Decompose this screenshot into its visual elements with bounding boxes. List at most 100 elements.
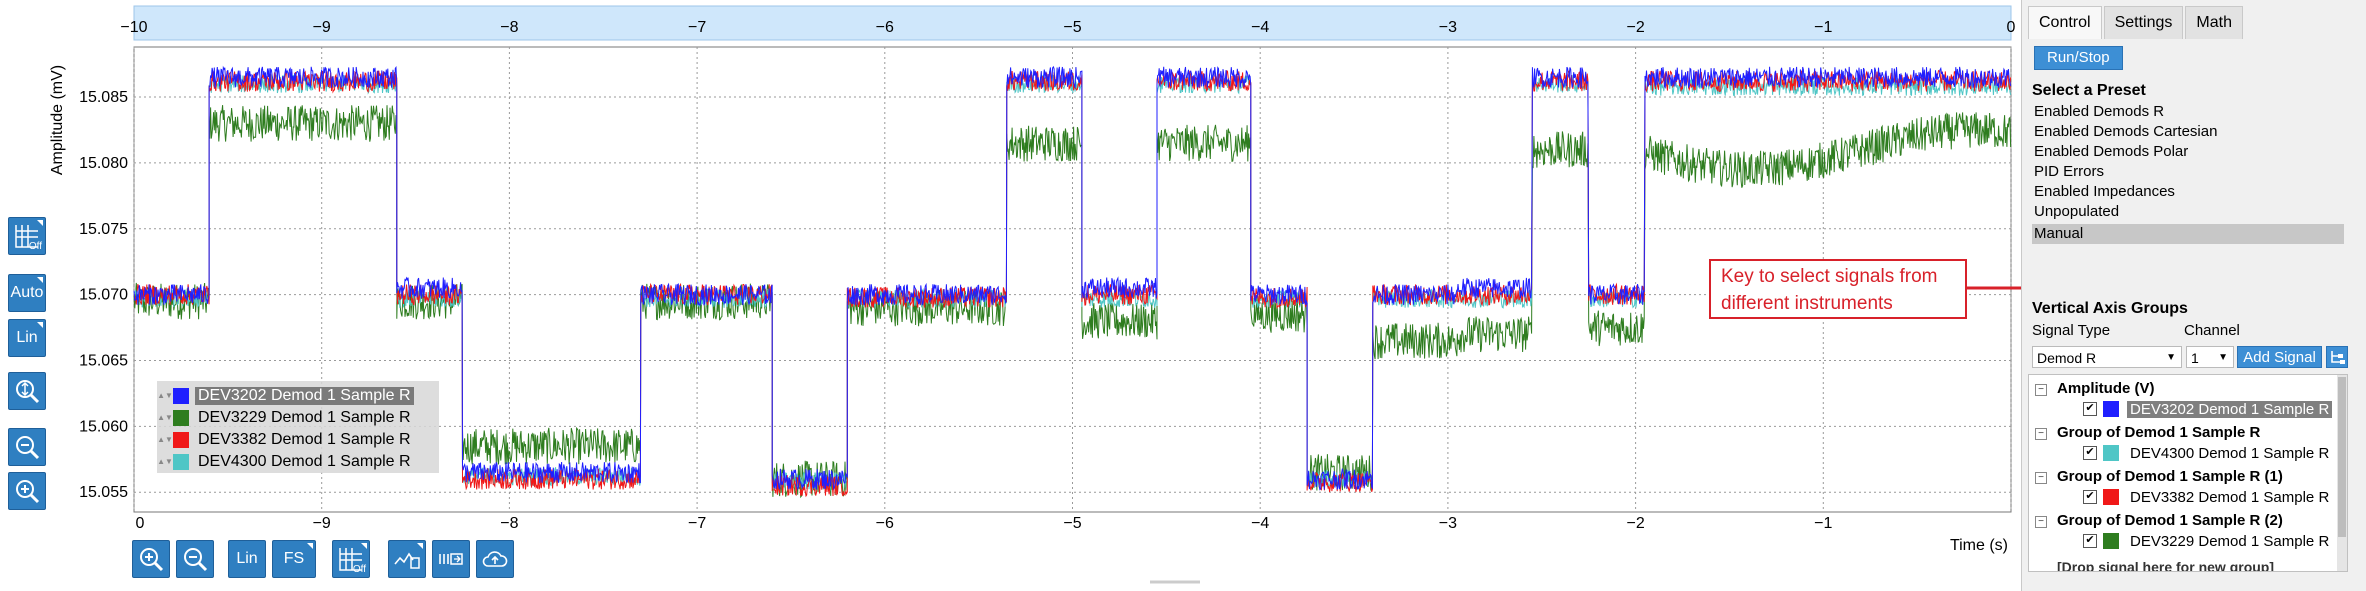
auto-scale-button[interactable]: Auto bbox=[8, 274, 46, 312]
history-tool-button[interactable] bbox=[432, 540, 470, 578]
preset-enabled-demods-polar[interactable]: Enabled Demods Polar bbox=[2032, 142, 2344, 162]
tree-scrollbar[interactable] bbox=[2337, 375, 2347, 571]
tree-signal-dev3202[interactable]: ✔ DEV3202 Demod 1 Sample R bbox=[2083, 399, 2333, 419]
group-demod1-sample-r-2[interactable]: Group of Demod 1 Sample R (2) bbox=[2057, 512, 2283, 529]
tab-control[interactable]: Control bbox=[2028, 6, 2102, 39]
legend-item-dev3202[interactable]: ▲▼ DEV3202 Demod 1 Sample R bbox=[157, 385, 414, 406]
signal-checkbox[interactable]: ✔ bbox=[2083, 402, 2097, 416]
x-grid-toggle-button[interactable]: Off bbox=[332, 540, 370, 578]
bottom-tick-label: −3 bbox=[1439, 515, 1457, 532]
tree-signal-dev4300[interactable]: ✔ DEV4300 Demod 1 Sample R bbox=[2083, 443, 2332, 463]
zoom-in-x-button[interactable] bbox=[132, 540, 170, 578]
y-tick-label: 15.080 bbox=[79, 155, 128, 172]
group-amplitude[interactable]: Amplitude (V) bbox=[2057, 380, 2155, 397]
signal-swatch bbox=[2103, 489, 2119, 505]
top-tick-label: −5 bbox=[1063, 19, 1081, 36]
preset-enabled-impedances[interactable]: Enabled Impedances bbox=[2032, 182, 2344, 202]
tree-signal-dev3229[interactable]: ✔ DEV3229 Demod 1 Sample R bbox=[2083, 531, 2332, 551]
group-demod1-sample-r[interactable]: Group of Demod 1 Sample R bbox=[2057, 424, 2260, 441]
tree-scrollbar-thumb[interactable] bbox=[2338, 377, 2346, 537]
legend-item-dev3382[interactable]: ▲▼ DEV3382 Demod 1 Sample R bbox=[157, 429, 414, 450]
bottom-tick-label: −1 bbox=[1814, 515, 1832, 532]
zoom-in-button[interactable] bbox=[8, 472, 46, 510]
tree-signal-dev3382[interactable]: ✔ DEV3382 Demod 1 Sample R bbox=[2083, 487, 2332, 507]
grid-state-label: Off bbox=[352, 564, 366, 575]
reorder-arrows-icon[interactable]: ▲▼ bbox=[157, 435, 173, 444]
add-signal-button[interactable]: Add Signal bbox=[2237, 346, 2322, 368]
full-scale-button[interactable]: FS bbox=[272, 540, 316, 578]
legend-label: DEV4300 Demod 1 Sample R bbox=[198, 452, 411, 470]
legend-item-dev4300[interactable]: ▲▼ DEV4300 Demod 1 Sample R bbox=[157, 451, 414, 472]
grid-toggle-button[interactable]: Off bbox=[8, 217, 46, 255]
top-tick-label: −10 bbox=[120, 19, 147, 36]
y-tick-label: 15.055 bbox=[79, 484, 128, 501]
drop-new-group-hint[interactable]: [Drop signal here for new group] bbox=[2057, 559, 2274, 571]
y-tick-label: 15.065 bbox=[79, 353, 128, 370]
legend-swatch bbox=[173, 387, 189, 404]
zoom-out-x-button[interactable] bbox=[176, 540, 214, 578]
collapse-icon[interactable]: − bbox=[2035, 428, 2047, 440]
dropdown-corner-icon bbox=[37, 220, 43, 226]
collapse-icon[interactable]: − bbox=[2035, 516, 2047, 528]
zoom-in-icon bbox=[140, 548, 164, 572]
signal-type-value: Demod R bbox=[2037, 350, 2097, 366]
y-tick-label: 15.085 bbox=[79, 89, 128, 106]
signal-type-label: Signal Type bbox=[2032, 322, 2111, 339]
group-demod1-sample-r-1[interactable]: Group of Demod 1 Sample R (1) bbox=[2057, 468, 2283, 485]
cursor-tool-button[interactable] bbox=[388, 540, 426, 578]
panel-tabs: Control Settings Math bbox=[2028, 6, 2245, 39]
reorder-arrows-icon[interactable]: ▲▼ bbox=[157, 413, 173, 422]
preset-enabled-demods-r[interactable]: Enabled Demods R bbox=[2032, 102, 2344, 122]
signal-swatch bbox=[2103, 445, 2119, 461]
dropdown-corner-icon bbox=[37, 277, 43, 283]
preset-title: Select a Preset bbox=[2032, 82, 2146, 99]
channel-label: Channel bbox=[2184, 322, 2240, 339]
run-stop-button[interactable]: Run/Stop bbox=[2034, 46, 2123, 70]
legend-swatch bbox=[173, 453, 189, 470]
zoom-fit-button[interactable] bbox=[8, 372, 46, 410]
plot-legend[interactable]: ▲▼ DEV3202 Demod 1 Sample R ▲▼ DEV3229 D… bbox=[157, 381, 439, 473]
y-axis-label: Amplitude (mV) bbox=[49, 65, 66, 175]
preset-pid-errors[interactable]: PID Errors bbox=[2032, 162, 2344, 182]
zoom-out-button[interactable] bbox=[8, 428, 46, 466]
signal-checkbox[interactable]: ✔ bbox=[2083, 446, 2097, 460]
legend-item-dev3229[interactable]: ▲▼ DEV3229 Demod 1 Sample R bbox=[157, 407, 414, 428]
save-cloud-button[interactable] bbox=[476, 540, 514, 578]
auto-label: Auto bbox=[10, 284, 44, 301]
lin-scale-button[interactable]: Lin bbox=[8, 319, 46, 357]
collapse-icon[interactable]: − bbox=[2035, 384, 2047, 396]
bottom-tick-label: −4 bbox=[1251, 515, 1269, 532]
preset-enabled-demods-cartesian[interactable]: Enabled Demods Cartesian bbox=[2032, 122, 2344, 142]
dropdown-corner-icon bbox=[37, 322, 43, 328]
signal-checkbox[interactable]: ✔ bbox=[2083, 490, 2097, 504]
preset-unpopulated[interactable]: Unpopulated bbox=[2032, 202, 2344, 222]
dropdown-corner-icon bbox=[417, 543, 423, 549]
instrument-key-button[interactable] bbox=[2326, 346, 2348, 368]
dropdown-corner-icon bbox=[361, 543, 367, 549]
channel-select[interactable]: 1 ▼ bbox=[2186, 346, 2234, 368]
chevron-down-icon: ▼ bbox=[2166, 352, 2176, 363]
top-tick-label: −2 bbox=[1626, 19, 1644, 36]
fs-label: FS bbox=[283, 550, 305, 567]
y-tick-label: 15.075 bbox=[79, 221, 128, 238]
y-tick-label: 15.070 bbox=[79, 287, 128, 304]
legend-swatch bbox=[173, 431, 189, 448]
bottom-tick-label: −2 bbox=[1626, 515, 1644, 532]
tree-key-icon bbox=[2331, 351, 2345, 364]
collapse-icon[interactable]: − bbox=[2035, 472, 2047, 484]
tab-settings[interactable]: Settings bbox=[2103, 6, 2184, 39]
bottom-tick-label: −8 bbox=[500, 515, 518, 532]
zoom-fit-icon bbox=[16, 380, 40, 404]
reorder-arrows-icon[interactable]: ▲▼ bbox=[157, 457, 173, 466]
preset-manual[interactable]: Manual bbox=[2032, 224, 2344, 244]
top-tick-label: −9 bbox=[313, 19, 331, 36]
reorder-arrows-icon[interactable]: ▲▼ bbox=[157, 391, 173, 400]
signal-type-select[interactable]: Demod R ▼ bbox=[2032, 346, 2182, 368]
axis-groups-tree[interactable]: − Amplitude (V) ✔ DEV3202 Demod 1 Sample… bbox=[2028, 374, 2348, 572]
annotation-callout: Key to select signals from different ins… bbox=[1709, 259, 1967, 319]
x-lin-scale-button[interactable]: Lin bbox=[228, 540, 266, 578]
signal-checkbox[interactable]: ✔ bbox=[2083, 534, 2097, 548]
top-tick-label: −7 bbox=[688, 19, 706, 36]
annotation-line-2: different instruments bbox=[1721, 293, 1893, 314]
tab-math[interactable]: Math bbox=[2185, 6, 2243, 39]
